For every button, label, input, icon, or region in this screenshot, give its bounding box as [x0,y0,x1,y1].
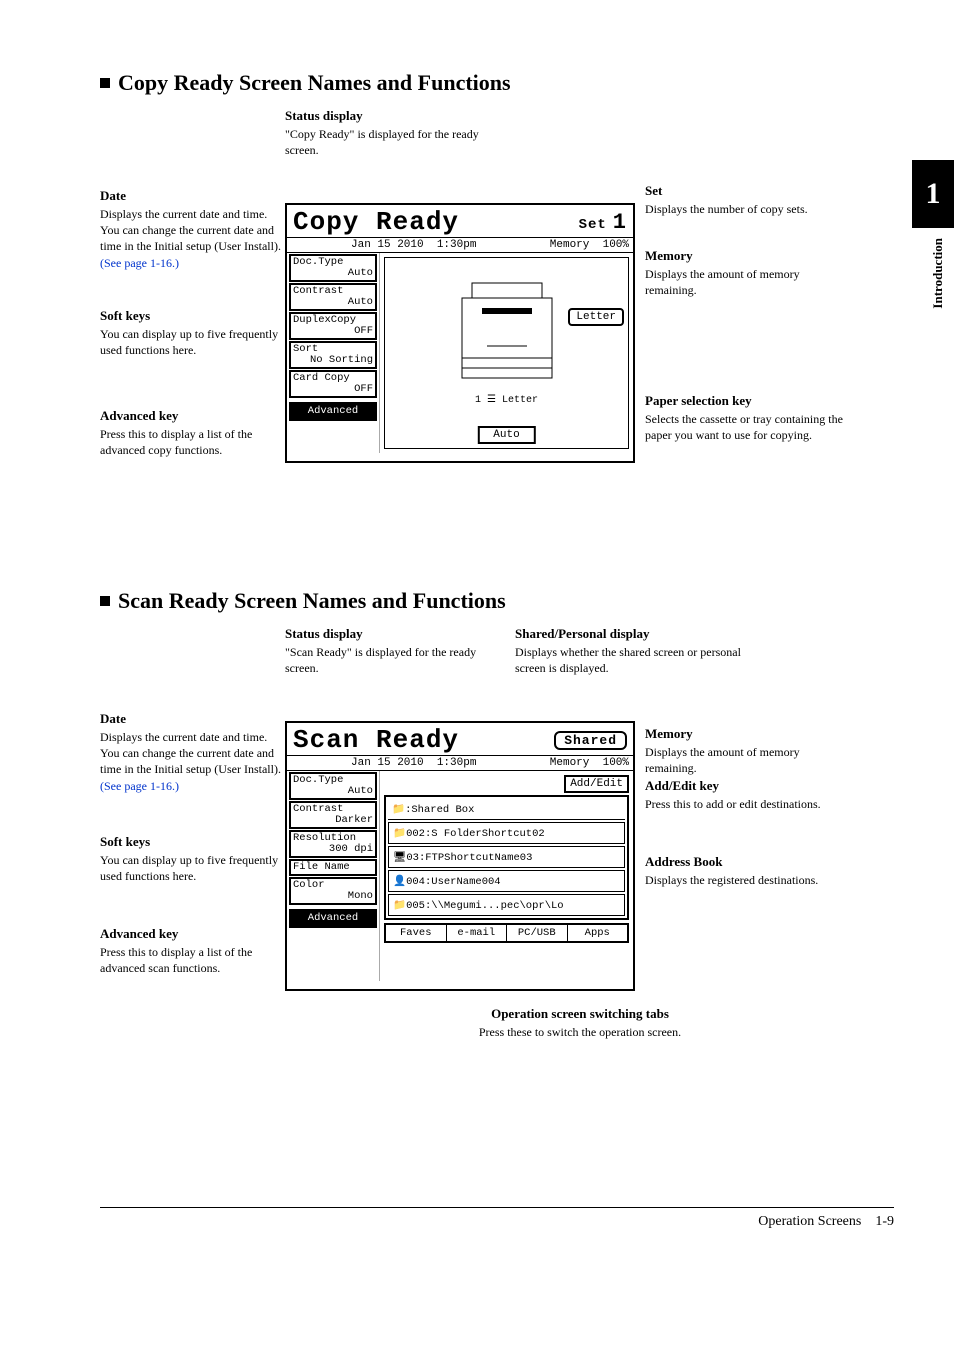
copy-lcd: Copy Ready Set 1 Jan 15 2010 1:30pm Memo… [285,203,635,463]
lcd-statusbar: Jan 15 2010 1:30pm Memory 100% [287,755,633,771]
tab-faves[interactable]: Faves [386,925,447,941]
callout-tabs: Operation screen switching tabs Press th… [410,1006,750,1040]
callout-addedit: Add/Edit key Press this to add or edit d… [645,778,845,812]
scan-section-heading: Scan Ready Screen Names and Functions [100,588,860,614]
callout-paper: Paper selection key Selects the cassette… [645,393,845,443]
printer-icon [432,268,582,388]
link-see-page[interactable]: (See page 1-16.) [100,779,179,793]
callout-scan-advanced: Advanced key Press this to display a lis… [100,926,285,976]
tab-email[interactable]: e-mail [447,925,508,941]
lcd-title-text: Scan Ready [293,725,459,755]
destination-list: 📁:Shared Box 📁002:S FolderShortcut02 🖥03… [384,795,629,920]
softkey-doctype[interactable]: Doc.TypeAuto [289,772,377,800]
callout-softkeys: Soft keys You can display up to five fre… [100,308,285,358]
dest-item[interactable]: 👤004:UserName004 [388,870,625,892]
lcd-set: Set 1 [579,210,627,235]
dest-item[interactable]: 🖥03:FTPShortcutName03 [388,846,625,868]
chapter-label: Introduction [930,238,946,309]
addedit-button[interactable]: Add/Edit [564,775,629,793]
copy-section-heading: Copy Ready Screen Names and Functions [100,70,860,96]
dest-header: 📁:Shared Box [388,799,625,820]
softkey-cardcopy[interactable]: Card CopyOFF [289,370,377,398]
callout-set: Set Displays the number of copy sets. [645,183,845,217]
softkey-contrast[interactable]: ContrastDarker [289,801,377,829]
scan-lcd: Scan Ready Shared Jan 15 2010 1:30pm Mem… [285,721,635,991]
callout-advanced: Advanced key Press this to display a lis… [100,408,285,458]
softkey-filename[interactable]: File Name [289,859,377,876]
advanced-button[interactable]: Advanced [289,909,377,928]
callout-addressbook: Address Book Displays the registered des… [645,854,845,888]
copy-preview-area: Letter 1 ☰ Letter Auto [384,257,629,449]
softkey-color[interactable]: ColorMono [289,877,377,905]
callout-scan-status: Status display "Scan Ready" is displayed… [285,626,485,676]
callout-date: Date Displays the current date and time.… [100,188,285,271]
tray-indicator: 1 ☰ Letter [475,394,538,406]
auto-button[interactable]: Auto [477,426,535,444]
callout-scan-softkeys: Soft keys You can display up to five fre… [100,834,285,884]
softkey-column: Doc.TypeAuto ContrastDarker Resolution30… [287,771,380,981]
paper-size-button[interactable]: Letter [568,308,624,326]
shared-badge[interactable]: Shared [554,731,627,750]
callout-scan-memory: Memory Displays the amount of memory rem… [645,726,845,776]
softkey-resolution[interactable]: Resolution300 dpi [289,830,377,858]
lcd-statusbar: Jan 15 2010 1:30pm Memory 100% [287,237,633,253]
bullet-icon [100,596,110,606]
callout-memory: Memory Displays the amount of memory rem… [645,248,845,298]
tab-apps[interactable]: Apps [568,925,628,941]
dest-item[interactable]: 📁002:S FolderShortcut02 [388,822,625,844]
dest-item[interactable]: 📁005:\\Megumi...pec\opr\Lo [388,894,625,916]
chapter-tab: 1 [912,160,954,228]
softkey-duplex[interactable]: DuplexCopyOFF [289,312,377,340]
bullet-icon [100,78,110,88]
softkey-contrast[interactable]: ContrastAuto [289,283,377,311]
callout-status-display: Status display "Copy Ready" is displayed… [285,108,485,158]
callout-shared: Shared/Personal display Displays whether… [515,626,745,676]
advanced-button[interactable]: Advanced [289,402,377,421]
tab-pcusb[interactable]: PC/USB [507,925,568,941]
softkey-column: Doc.TypeAuto ContrastAuto DuplexCopyOFF … [287,253,380,453]
page-footer: Operation Screens 1-9 [100,1207,894,1230]
callout-scan-date: Date Displays the current date and time.… [100,711,285,794]
softkey-doctype[interactable]: Doc.TypeAuto [289,254,377,282]
lcd-title-text: Copy Ready [293,207,459,237]
link-see-page[interactable]: (See page 1-16.) [100,256,179,270]
operation-tabs: Faves e-mail PC/USB Apps [384,923,629,943]
softkey-sort[interactable]: SortNo Sorting [289,341,377,369]
